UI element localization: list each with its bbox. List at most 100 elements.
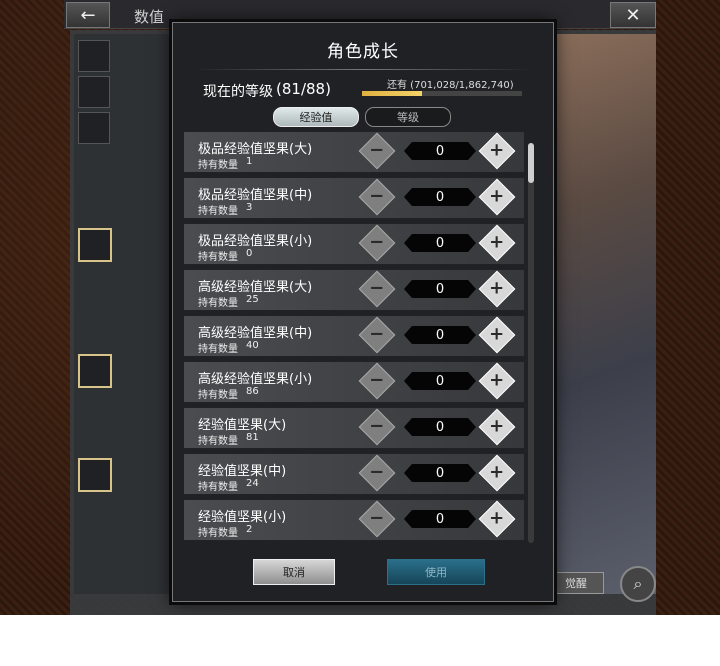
item-name: 高级经验值坚果(小) xyxy=(198,372,313,387)
list-item: 极品经验值坚果(中) 持有数量 3 − 0 + xyxy=(183,177,525,219)
item-name: 极品经验值坚果(大) xyxy=(198,142,313,157)
increase-button[interactable]: + xyxy=(478,224,516,262)
decrease-button[interactable]: − xyxy=(358,408,396,446)
tab-level[interactable]: 等级 xyxy=(365,107,451,127)
tab-exp[interactable]: 经验值 xyxy=(273,107,359,127)
quantity-field[interactable]: 0 xyxy=(404,142,476,160)
list-item: 经验值坚果(大) 持有数量 81 − 0 + xyxy=(183,407,525,449)
character-slot-selected xyxy=(78,458,112,492)
exp-progress-fill xyxy=(362,91,423,96)
quantity-field[interactable]: 0 xyxy=(404,280,476,298)
close-icon: ✕ xyxy=(625,4,641,26)
list-scrollbar[interactable] xyxy=(528,143,534,543)
plus-icon: + xyxy=(489,278,505,299)
quantity-field[interactable]: 0 xyxy=(404,418,476,436)
item-count-value: 2 xyxy=(246,524,253,535)
quantity-field[interactable]: 0 xyxy=(404,510,476,528)
decrease-button[interactable]: − xyxy=(358,500,396,538)
back-arrow-icon: ← xyxy=(80,4,96,26)
decrease-button[interactable]: − xyxy=(358,224,396,262)
decrease-button[interactable]: − xyxy=(358,270,396,308)
quantity-field[interactable]: 0 xyxy=(404,372,476,390)
minus-icon: − xyxy=(369,324,385,345)
increase-button[interactable]: + xyxy=(478,132,516,170)
minus-icon: − xyxy=(369,278,385,299)
current-level-label: 现在的等级 xyxy=(203,84,273,100)
increase-button[interactable]: + xyxy=(478,454,516,492)
plus-icon: + xyxy=(489,370,505,391)
item-count-label: 持有数量 xyxy=(198,344,238,355)
list-item: 极品经验值坚果(小) 持有数量 0 − 0 + xyxy=(183,223,525,265)
list-item: 极品经验值坚果(大) 持有数量 1 − 0 + xyxy=(183,131,525,173)
minus-icon: − xyxy=(369,140,385,161)
list-item: 经验值坚果(中) 持有数量 24 − 0 + xyxy=(183,453,525,495)
character-slot-selected xyxy=(78,354,112,388)
screen-title: 数值 xyxy=(134,8,165,26)
increase-button[interactable]: + xyxy=(478,316,516,354)
list-item: 高级经验值坚果(大) 持有数量 25 − 0 + xyxy=(183,269,525,311)
character-slot xyxy=(78,76,110,108)
cancel-button[interactable]: 取消 xyxy=(253,559,335,585)
plus-icon: + xyxy=(489,324,505,345)
item-count-label: 持有数量 xyxy=(198,482,238,493)
item-count-value: 81 xyxy=(246,432,259,443)
back-button[interactable]: ← xyxy=(66,2,110,28)
plus-icon: + xyxy=(489,416,505,437)
item-name: 极品经验值坚果(中) xyxy=(198,188,313,203)
decrease-button[interactable]: − xyxy=(358,132,396,170)
plus-icon: + xyxy=(489,186,505,207)
item-count-value: 86 xyxy=(246,386,259,397)
plus-icon: + xyxy=(489,462,505,483)
quantity-field[interactable]: 0 xyxy=(404,188,476,206)
decrease-button[interactable]: − xyxy=(358,362,396,400)
minus-icon: − xyxy=(369,370,385,391)
item-count-value: 3 xyxy=(246,202,253,213)
minus-icon: − xyxy=(369,462,385,483)
scrollbar-thumb[interactable] xyxy=(528,143,534,183)
character-slot xyxy=(78,40,110,72)
item-count-value: 1 xyxy=(246,156,253,167)
item-count-value: 24 xyxy=(246,478,259,489)
item-count-label: 持有数量 xyxy=(198,528,238,539)
item-count-label: 持有数量 xyxy=(198,390,238,401)
item-name: 经验值坚果(中) xyxy=(198,464,287,479)
minus-icon: − xyxy=(369,186,385,207)
character-growth-dialog: 角色成长 现在的等级 (81/88) 还有 (701,028/1,862,740… xyxy=(172,22,554,602)
character-slot-selected xyxy=(78,228,112,262)
minus-icon: − xyxy=(369,416,385,437)
increase-button[interactable]: + xyxy=(478,500,516,538)
awaken-button[interactable]: 觉醒 xyxy=(548,572,604,594)
item-count-label: 持有数量 xyxy=(198,206,238,217)
item-count-label: 持有数量 xyxy=(198,160,238,171)
item-name: 高级经验值坚果(大) xyxy=(198,280,313,295)
increase-button[interactable]: + xyxy=(478,362,516,400)
quantity-field[interactable]: 0 xyxy=(404,464,476,482)
quantity-field[interactable]: 0 xyxy=(404,234,476,252)
exp-remaining-text: 还有 (701,028/1,862,740) xyxy=(387,80,514,91)
increase-button[interactable]: + xyxy=(478,270,516,308)
item-name: 极品经验值坚果(小) xyxy=(198,234,313,249)
character-slot xyxy=(78,112,110,144)
close-button[interactable]: ✕ xyxy=(610,2,656,28)
list-item: 经验值坚果(小) 持有数量 2 − 0 + xyxy=(183,499,525,541)
increase-button[interactable]: + xyxy=(478,178,516,216)
magnifier-icon: ⌕ xyxy=(633,574,643,593)
exp-progress-bar xyxy=(361,90,523,97)
plus-icon: + xyxy=(489,508,505,529)
use-button[interactable]: 使用 xyxy=(387,559,485,585)
list-item: 高级经验值坚果(小) 持有数量 86 − 0 + xyxy=(183,361,525,403)
list-item: 高级经验值坚果(中) 持有数量 40 − 0 + xyxy=(183,315,525,357)
item-count-value: 25 xyxy=(246,294,259,305)
current-level-value: (81/88) xyxy=(276,80,331,98)
decrease-button[interactable]: − xyxy=(358,178,396,216)
decrease-button[interactable]: − xyxy=(358,316,396,354)
item-count-value: 0 xyxy=(246,248,253,259)
character-artwork xyxy=(550,34,656,594)
search-button[interactable]: ⌕ xyxy=(620,566,656,602)
plus-icon: + xyxy=(489,140,505,161)
item-count-label: 持有数量 xyxy=(198,436,238,447)
minus-icon: − xyxy=(369,508,385,529)
decrease-button[interactable]: − xyxy=(358,454,396,492)
increase-button[interactable]: + xyxy=(478,408,516,446)
quantity-field[interactable]: 0 xyxy=(404,326,476,344)
